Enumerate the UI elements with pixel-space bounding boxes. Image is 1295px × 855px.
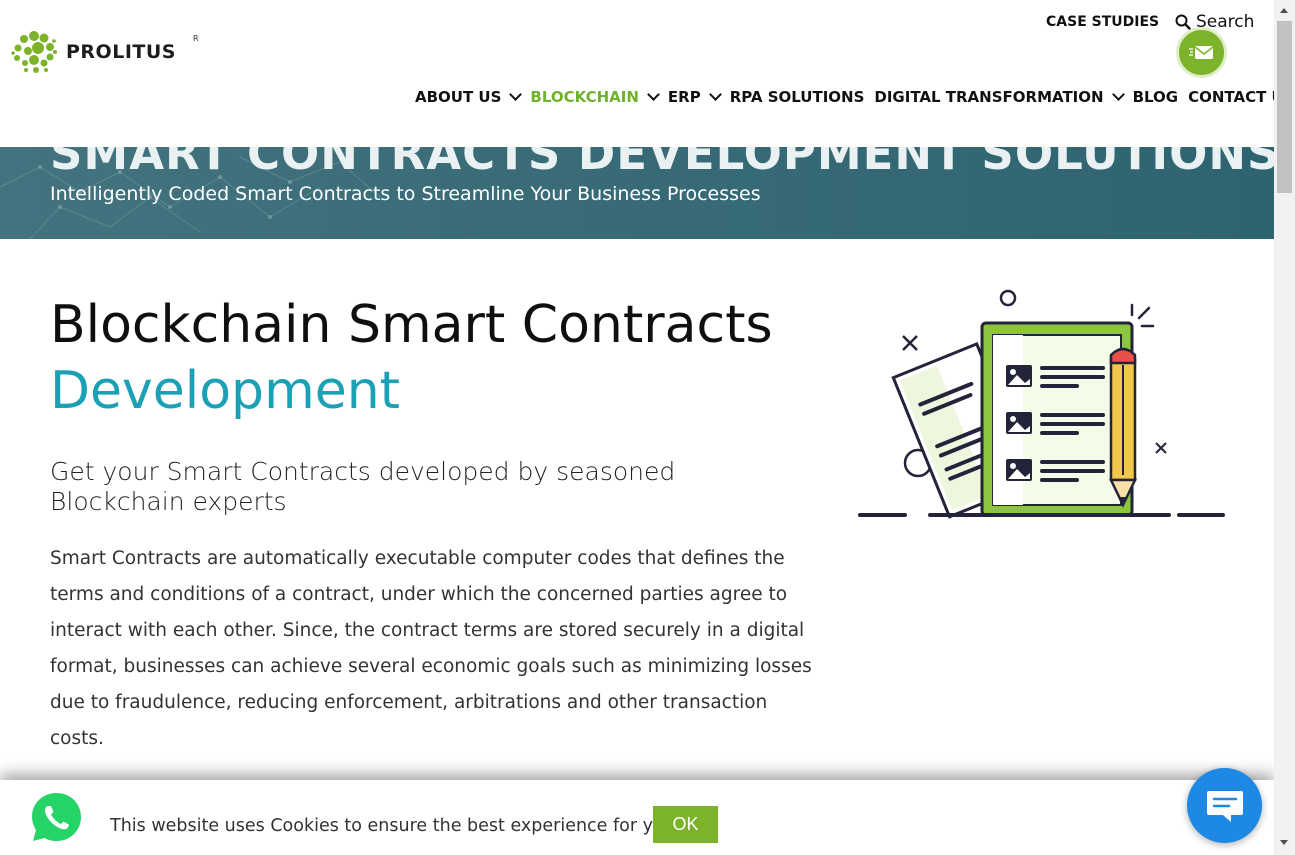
nav-item-rpa-solutions[interactable]: RPA SOLUTIONS xyxy=(730,88,865,106)
nav-label: DIGITAL TRANSFORMATION xyxy=(874,88,1104,106)
logo[interactable]: PROLITUS R xyxy=(10,28,199,74)
nav-label: ABOUT US xyxy=(415,88,502,106)
contract-document-icon xyxy=(858,289,1225,519)
cookie-ok-button[interactable]: OK xyxy=(653,806,718,843)
mail-icon xyxy=(1188,45,1213,59)
nav-item-digital-transformation[interactable]: DIGITAL TRANSFORMATION xyxy=(874,88,1125,106)
page-subheading: Get your Smart Contracts developed by se… xyxy=(50,457,676,516)
nav-item-erp[interactable]: ERP xyxy=(667,88,722,106)
main-nav: ABOUT US BLOCKCHAIN ERP RPA SOLUTIONS DI… xyxy=(415,88,1295,106)
nav-item-about-us[interactable]: ABOUT US xyxy=(415,88,523,106)
chevron-down-icon xyxy=(1111,88,1125,101)
smart-contract-illustration xyxy=(855,285,1230,529)
scrollbar-thumb[interactable] xyxy=(1277,21,1292,193)
whatsapp-button[interactable] xyxy=(29,790,84,845)
cookie-text: This website uses Cookies to ensure the … xyxy=(110,816,681,836)
nav-label: RPA SOLUTIONS xyxy=(729,88,865,106)
nav-item-blockchain[interactable]: BLOCKCHAIN xyxy=(530,88,660,106)
chat-icon xyxy=(1206,790,1243,822)
banner-subtitle: Intelligently Coded Smart Contracts to S… xyxy=(50,183,761,205)
scroll-up-icon[interactable] xyxy=(1280,8,1288,13)
page-title-line2: Development xyxy=(50,361,401,421)
case-studies-link[interactable]: CASE STUDIES xyxy=(1046,14,1159,30)
live-chat-button[interactable] xyxy=(1187,768,1262,843)
chevron-down-icon xyxy=(708,88,722,101)
search-icon xyxy=(1175,14,1191,30)
nav-label: BLOG xyxy=(1132,88,1179,106)
logo-text: PROLITUS xyxy=(66,41,176,63)
mail-button[interactable] xyxy=(1176,27,1227,78)
banner-title: SMART CONTRACTS DEVELOPMENT SOLUTIONS xyxy=(50,147,1274,180)
nav-label: ERP xyxy=(667,88,701,106)
hero-banner: SMART CONTRACTS DEVELOPMENT SOLUTIONS In… xyxy=(0,147,1274,239)
search-button[interactable]: Search xyxy=(1175,12,1254,32)
page-title-line1: Blockchain Smart Contracts xyxy=(50,295,773,355)
page-title: Blockchain Smart Contracts Development xyxy=(50,292,773,424)
chevron-down-icon xyxy=(509,88,523,101)
cookie-bar: This website uses Cookies to ensure the … xyxy=(0,780,1274,855)
scrollbar[interactable] xyxy=(1274,0,1295,855)
intro-paragraph: Smart Contracts are automatically execut… xyxy=(50,548,812,749)
scroll-down-icon[interactable] xyxy=(1280,840,1288,845)
chevron-down-icon xyxy=(647,88,660,101)
nav-label: BLOCKCHAIN xyxy=(530,88,639,106)
site-header: PROLITUS R CASE STUDIES Search ABOUT US … xyxy=(0,0,1295,147)
logo-mark-icon xyxy=(11,31,57,73)
nav-item-blog[interactable]: BLOG xyxy=(1133,88,1179,106)
registered-mark: R xyxy=(193,34,199,43)
whatsapp-icon xyxy=(32,793,81,841)
